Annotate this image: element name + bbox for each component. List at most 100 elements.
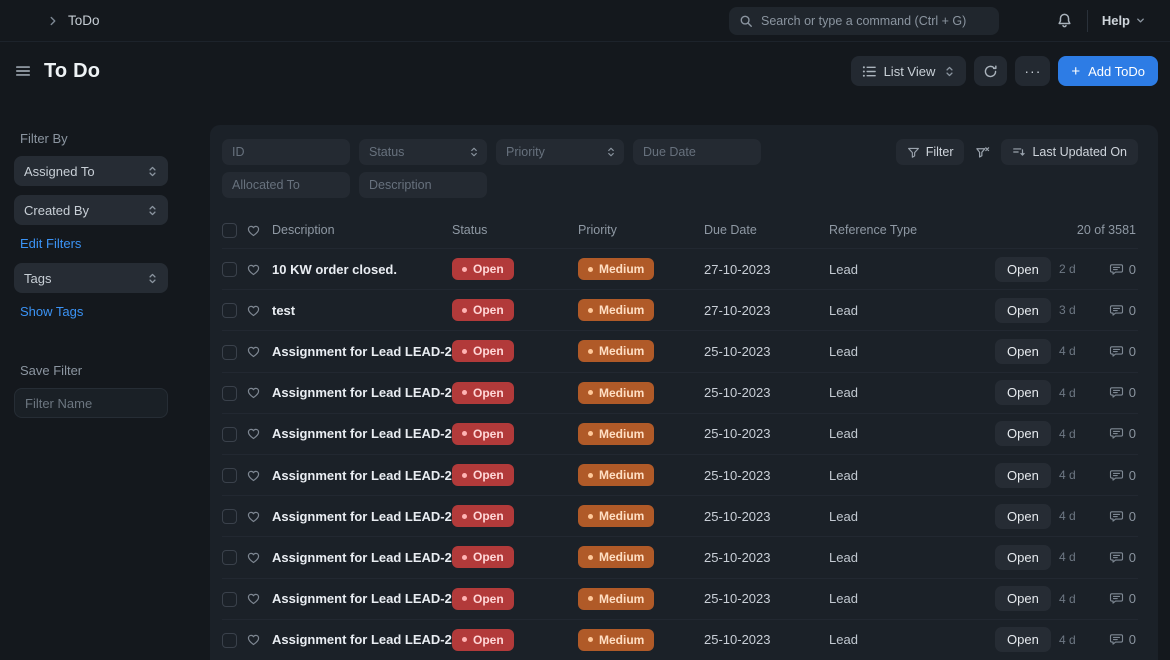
status-badge: Open bbox=[452, 423, 514, 445]
column-status[interactable]: Status bbox=[452, 223, 578, 237]
filter-button[interactable]: Filter bbox=[896, 139, 965, 165]
search-input[interactable] bbox=[761, 14, 989, 28]
notifications-button[interactable] bbox=[1056, 12, 1073, 29]
created-by-select[interactable]: Created By bbox=[14, 195, 168, 225]
select-all-checkbox[interactable] bbox=[222, 223, 237, 238]
status-filter-select[interactable]: Status bbox=[359, 139, 487, 165]
column-priority[interactable]: Priority bbox=[578, 223, 704, 237]
status-action-button[interactable]: Open bbox=[995, 586, 1051, 611]
help-menu[interactable]: Help bbox=[1102, 13, 1146, 28]
priority-filter-select[interactable]: Priority bbox=[496, 139, 624, 165]
global-search[interactable] bbox=[729, 7, 999, 35]
allocated-to-filter-input[interactable] bbox=[222, 172, 350, 198]
more-options-button[interactable]: ··· bbox=[1015, 56, 1050, 86]
todo-description[interactable]: Assignment for Lead LEAD-2 bbox=[272, 468, 452, 483]
status-action-button[interactable]: Open bbox=[995, 421, 1051, 446]
edit-filters-link[interactable]: Edit Filters bbox=[20, 236, 81, 251]
breadcrumb[interactable]: ToDo bbox=[46, 13, 100, 28]
column-description[interactable]: Description bbox=[272, 223, 452, 237]
assigned-to-select[interactable]: Assigned To bbox=[14, 156, 168, 186]
row-checkbox[interactable] bbox=[222, 303, 237, 318]
row-checkbox[interactable] bbox=[222, 345, 237, 360]
tags-select[interactable]: Tags bbox=[14, 263, 168, 293]
like-heart-icon[interactable] bbox=[246, 632, 272, 647]
comments-indicator[interactable]: 0 bbox=[1101, 303, 1138, 318]
view-switcher-button[interactable]: List View bbox=[851, 56, 967, 86]
todo-description[interactable]: Assignment for Lead LEAD-2 bbox=[272, 344, 452, 359]
todo-description[interactable]: test bbox=[272, 303, 452, 318]
row-checkbox[interactable] bbox=[222, 550, 237, 565]
comments-indicator[interactable]: 0 bbox=[1101, 385, 1138, 400]
priority-dot bbox=[588, 308, 593, 313]
sort-order-button[interactable]: Last Updated On bbox=[1001, 139, 1138, 165]
status-action-button[interactable]: Open bbox=[995, 627, 1051, 652]
todo-description[interactable]: 10 KW order closed. bbox=[272, 262, 452, 277]
status-action-button[interactable]: Open bbox=[995, 298, 1051, 323]
refresh-icon bbox=[983, 64, 998, 79]
column-due-date[interactable]: Due Date bbox=[704, 223, 829, 237]
sidebar-toggle-button[interactable] bbox=[14, 62, 32, 80]
comment-icon bbox=[1109, 426, 1124, 441]
status-action-button[interactable]: Open bbox=[995, 545, 1051, 570]
row-checkbox[interactable] bbox=[222, 592, 237, 607]
comments-indicator[interactable]: 0 bbox=[1101, 509, 1138, 524]
like-heart-icon[interactable] bbox=[246, 385, 272, 400]
todo-description[interactable]: Assignment for Lead LEAD-2 bbox=[272, 632, 452, 647]
todo-description[interactable]: Assignment for Lead LEAD-2 bbox=[272, 550, 452, 565]
row-checkbox[interactable] bbox=[222, 468, 237, 483]
chevron-updown-icon bbox=[147, 272, 158, 285]
status-action-button[interactable]: Open bbox=[995, 339, 1051, 364]
column-reference-type[interactable]: Reference Type bbox=[829, 223, 995, 237]
like-heart-icon[interactable] bbox=[246, 344, 272, 359]
heart-icon bbox=[246, 223, 272, 238]
clear-filter-button[interactable] bbox=[972, 145, 993, 160]
priority-badge: Medium bbox=[578, 546, 654, 568]
list-view-icon bbox=[862, 64, 877, 79]
status-dot bbox=[462, 349, 467, 354]
row-checkbox[interactable] bbox=[222, 633, 237, 648]
reference-type: Lead bbox=[829, 509, 995, 524]
description-filter-input[interactable] bbox=[359, 172, 487, 198]
comments-indicator[interactable]: 0 bbox=[1101, 344, 1138, 359]
comment-icon bbox=[1109, 550, 1124, 565]
id-filter-input[interactable] bbox=[222, 139, 350, 165]
due-date-filter-input[interactable] bbox=[633, 139, 761, 165]
like-heart-icon[interactable] bbox=[246, 303, 272, 318]
status-dot bbox=[462, 431, 467, 436]
status-action-button[interactable]: Open bbox=[995, 380, 1051, 405]
comments-indicator[interactable]: 0 bbox=[1101, 591, 1138, 606]
status-action-button[interactable]: Open bbox=[995, 257, 1051, 282]
like-heart-icon[interactable] bbox=[246, 509, 272, 524]
row-checkbox[interactable] bbox=[222, 262, 237, 277]
status-action-button[interactable]: Open bbox=[995, 504, 1051, 529]
breadcrumb-label: ToDo bbox=[68, 13, 100, 28]
status-action-button[interactable]: Open bbox=[995, 463, 1051, 488]
like-heart-icon[interactable] bbox=[246, 591, 272, 606]
like-heart-icon[interactable] bbox=[246, 468, 272, 483]
comment-icon bbox=[1109, 385, 1124, 400]
add-todo-button[interactable]: + Add ToDo bbox=[1058, 56, 1158, 86]
show-tags-link[interactable]: Show Tags bbox=[20, 304, 83, 319]
filter-name-input[interactable] bbox=[14, 388, 168, 418]
row-checkbox[interactable] bbox=[222, 427, 237, 442]
refresh-button[interactable] bbox=[974, 56, 1007, 86]
comments-indicator[interactable]: 0 bbox=[1101, 632, 1138, 647]
todo-description[interactable]: Assignment for Lead LEAD-2 bbox=[272, 591, 452, 606]
row-checkbox[interactable] bbox=[222, 509, 237, 524]
like-heart-icon[interactable] bbox=[246, 262, 272, 277]
comments-indicator[interactable]: 0 bbox=[1101, 468, 1138, 483]
row-checkbox[interactable] bbox=[222, 386, 237, 401]
table-row: 10 KW order closed. Open Medium 27-10-20… bbox=[222, 248, 1138, 289]
priority-dot bbox=[588, 390, 593, 395]
comments-indicator[interactable]: 0 bbox=[1101, 426, 1138, 441]
search-icon bbox=[739, 14, 753, 28]
todo-description[interactable]: Assignment for Lead LEAD-2 bbox=[272, 426, 452, 441]
todo-description[interactable]: Assignment for Lead LEAD-2 bbox=[272, 385, 452, 400]
like-heart-icon[interactable] bbox=[246, 550, 272, 565]
comments-indicator[interactable]: 0 bbox=[1101, 550, 1138, 565]
like-heart-icon[interactable] bbox=[246, 426, 272, 441]
todo-description[interactable]: Assignment for Lead LEAD-2 bbox=[272, 509, 452, 524]
comments-indicator[interactable]: 0 bbox=[1101, 262, 1138, 277]
sort-field-label: Last Updated On bbox=[1032, 145, 1127, 159]
status-filter-label: Status bbox=[369, 145, 404, 159]
